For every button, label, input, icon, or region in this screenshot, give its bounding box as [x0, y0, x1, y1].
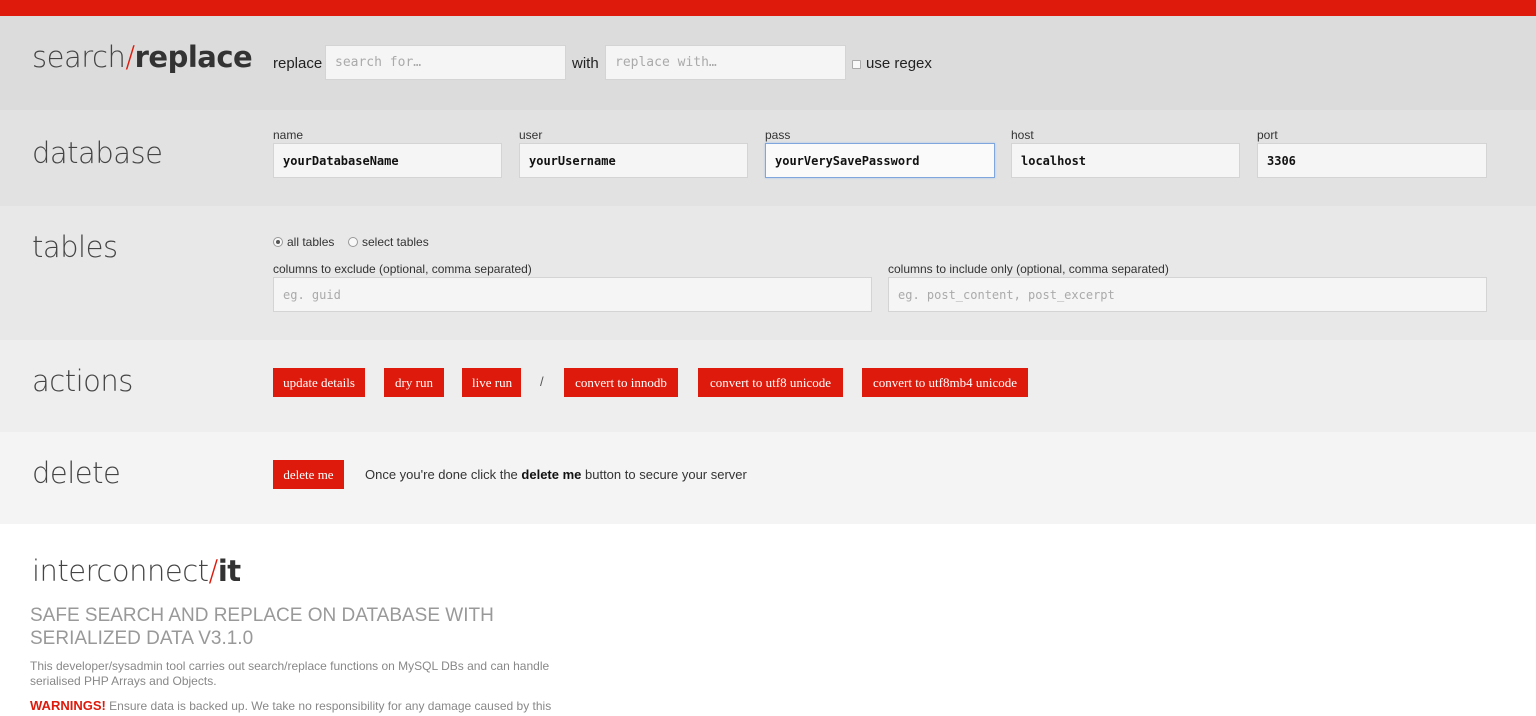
- live-run-button[interactable]: live run: [462, 368, 521, 397]
- search-input[interactable]: [325, 45, 566, 80]
- actions-title: actions: [32, 364, 133, 398]
- warning-line: WARNINGS! Ensure data is backed up. We t…: [30, 698, 570, 713]
- actions-section: actions update details dry run live run …: [0, 340, 1536, 432]
- with-label: with: [572, 55, 599, 72]
- convert-utf8-button[interactable]: convert to utf8 unicode: [698, 368, 843, 397]
- info-section: interconnect/it SAFE SEARCH AND REPLACE …: [0, 524, 1536, 716]
- all-tables-label[interactable]: all tables: [287, 235, 334, 249]
- database-title: database: [32, 136, 163, 170]
- update-details-button[interactable]: update details: [273, 368, 365, 397]
- db-pass-label: pass: [765, 128, 791, 142]
- include-columns-label: columns to include only (optional, comma…: [888, 262, 1169, 276]
- actions-separator: /: [540, 374, 544, 389]
- top-accent-bar: [0, 0, 1536, 16]
- tables-title: tables: [32, 230, 118, 264]
- dry-run-button[interactable]: dry run: [384, 368, 444, 397]
- db-host-label: host: [1011, 128, 1034, 142]
- delete-description: Once you're done click the delete me but…: [365, 467, 747, 482]
- db-name-input[interactable]: [273, 143, 502, 178]
- app-logo: search/replace: [32, 40, 253, 74]
- tool-heading: SAFE SEARCH AND REPLACE ON DATABASE WITH…: [30, 605, 494, 649]
- db-port-label: port: [1257, 128, 1278, 142]
- include-columns-input[interactable]: [888, 277, 1487, 312]
- interconnect-logo: interconnect/it: [32, 554, 241, 588]
- delete-text-bold: delete me: [521, 467, 582, 482]
- search-replace-section: search/replace replace with use regex: [0, 16, 1536, 110]
- tool-description: This developer/sysadmin tool carries out…: [30, 659, 550, 688]
- db-user-input[interactable]: [519, 143, 748, 178]
- warning-label: WARNINGS!: [30, 698, 106, 713]
- exclude-columns-input[interactable]: [273, 277, 872, 312]
- delete-me-button[interactable]: delete me: [273, 460, 344, 489]
- delete-title: delete: [32, 456, 121, 490]
- db-host-input[interactable]: [1011, 143, 1240, 178]
- logo-part1: search: [32, 40, 126, 74]
- use-regex-checkbox[interactable]: [852, 60, 861, 69]
- exclude-columns-label: columns to exclude (optional, comma sepa…: [273, 262, 532, 276]
- select-tables-label[interactable]: select tables: [362, 235, 429, 249]
- tables-section: tables all tables select tables columns …: [0, 206, 1536, 340]
- warning-text: Ensure data is backed up. We take no res…: [105, 699, 552, 713]
- select-tables-radio[interactable]: [348, 237, 358, 247]
- interconnect-logo-slash: /: [208, 554, 219, 588]
- use-regex-label[interactable]: use regex: [866, 55, 932, 72]
- interconnect-logo-part1: interconnect: [32, 554, 209, 588]
- db-pass-input[interactable]: [765, 143, 995, 178]
- all-tables-radio[interactable]: [273, 237, 283, 247]
- database-section: database name user pass host port: [0, 110, 1536, 206]
- logo-slash: /: [125, 40, 135, 74]
- logo-part2: replace: [134, 40, 253, 74]
- delete-text-after: button to secure your server: [581, 467, 747, 482]
- db-name-label: name: [273, 128, 304, 142]
- delete-text-before: Once you're done click the: [365, 467, 522, 482]
- interconnect-logo-part2: it: [217, 554, 241, 588]
- replace-input[interactable]: [605, 45, 846, 80]
- db-user-label: user: [519, 128, 543, 142]
- replace-label: replace: [273, 55, 323, 72]
- delete-section: delete delete me Once you're done click …: [0, 432, 1536, 524]
- db-port-input[interactable]: [1257, 143, 1487, 178]
- convert-utf8mb4-button[interactable]: convert to utf8mb4 unicode: [862, 368, 1028, 397]
- convert-innodb-button[interactable]: convert to innodb: [564, 368, 678, 397]
